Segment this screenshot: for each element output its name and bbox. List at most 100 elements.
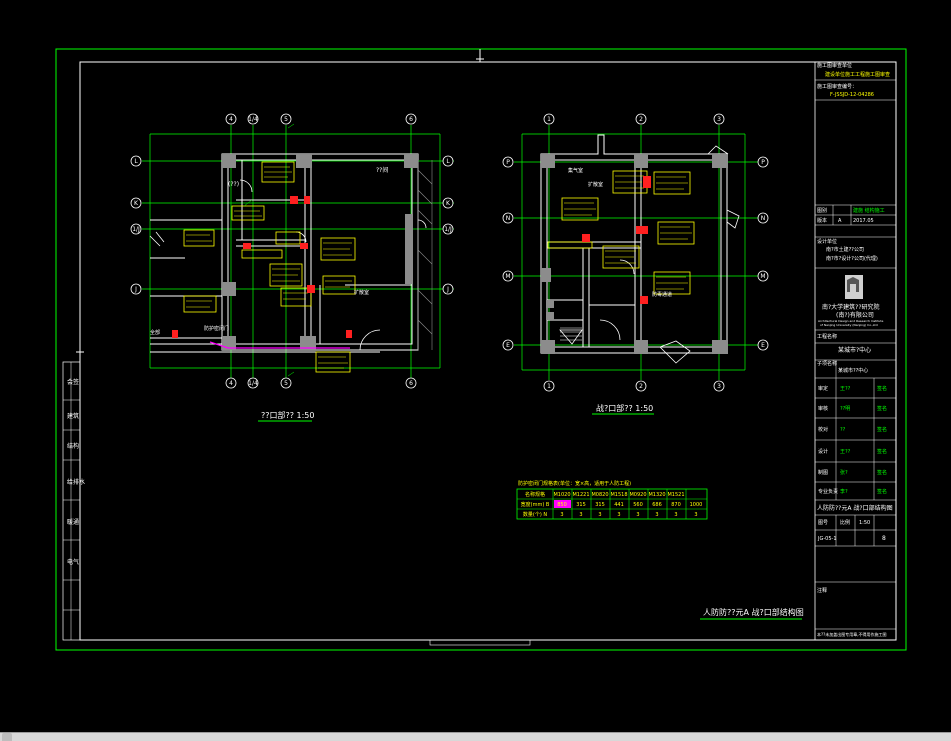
schedule-header: M1518 <box>610 492 627 498</box>
plan-label: 防护密闭门 <box>204 325 229 332</box>
axis-label: 1/4 <box>248 116 258 123</box>
tb-institute: 南?大学建筑??研究院 <box>822 303 880 311</box>
schedule-cell: 686 <box>652 502 662 508</box>
schedule-title: 防护密闭门规格表(单位：宽×高，适用于人防工程) <box>518 480 631 487</box>
axis-label: 2 <box>639 383 643 390</box>
axis-label: P <box>761 159 765 166</box>
schedule-header: M0920 <box>629 492 646 498</box>
tb-sub: 某城市??中心 <box>838 367 868 374</box>
schedule-cell: 3 <box>636 512 639 518</box>
room-label: ??间 <box>376 166 388 174</box>
axis-label: 4 <box>229 380 233 387</box>
strip-label: 结构 <box>67 442 79 450</box>
schedule-row-label: 数量(个) N <box>523 511 547 518</box>
axis-label: 1 <box>547 116 551 123</box>
strip-label: 建筑 <box>67 412 79 420</box>
schedule-cell: 315 <box>595 502 605 508</box>
axis-label: 1 <box>547 383 551 390</box>
tb-role: 设计 <box>818 448 828 455</box>
axis-label: J <box>134 286 137 293</box>
schedule-cell: 3 <box>598 512 601 518</box>
right-plan-title: 战?口部?? 1:50 <box>596 403 653 413</box>
drawing-caption: 人防防??元A 战?口部结构图 <box>703 607 804 617</box>
schedule-header: M1221 <box>572 492 589 498</box>
axis-label: 5 <box>284 380 288 387</box>
strip-label: 电气 <box>67 558 79 566</box>
tb-cert-no: F-JSSJD-12-04286 <box>830 92 874 98</box>
schedule-header: 名称规格 <box>525 491 545 498</box>
tb-role-sig: 签名 <box>877 488 887 495</box>
schedule-cell: 315 <box>576 502 586 508</box>
tb-row-label: 图别 <box>817 207 827 214</box>
tb-role: 专业负责 <box>818 488 838 495</box>
schedule-row-label: 宽度(mm) B <box>521 501 550 508</box>
tb-role: 校对 <box>818 426 828 433</box>
tb-sheet: 8 <box>882 535 886 542</box>
strip-label: 给排水 <box>67 478 85 486</box>
plan-label: (??) <box>228 181 239 188</box>
tb-company: 南?市?设计?公司(代理) <box>826 255 878 262</box>
tb-role-sig: 签名 <box>877 405 887 412</box>
axis-label: 1/4 <box>248 380 258 387</box>
tb-row-label: 版本 <box>817 217 827 224</box>
tb-institute-en: of Nanjing University (Nanjing) Co.,Ltd <box>820 323 878 327</box>
tb-role-name: ??明 <box>840 406 850 412</box>
axis-label: N <box>506 215 511 222</box>
left-plan-title: ??口部?? 1:50 <box>261 410 315 420</box>
schedule-cell: 3 <box>674 512 677 518</box>
plan-label: 防毒通道 <box>652 291 672 298</box>
schedule-cell: 850 <box>557 502 567 508</box>
axis-label: J <box>446 286 449 293</box>
tb-role-name: ?? <box>840 427 846 433</box>
tb-cert-label: 施工图审查编号： <box>817 83 857 90</box>
schedule-cell: 3 <box>617 512 620 518</box>
strip-label: 暖通 <box>67 518 79 526</box>
schedule-cell: 3 <box>655 512 658 518</box>
tb-role-name: 王?? <box>840 449 851 455</box>
tb-company: 南?市土建??公司 <box>826 246 864 253</box>
schedule-header: M0820 <box>591 492 608 498</box>
tb-scale-label: 比例 <box>840 519 850 526</box>
schedule-cell: 3 <box>694 512 697 518</box>
axis-label: 5 <box>284 116 288 123</box>
tb-design-label: 设计单位 <box>817 238 837 245</box>
axis-label: N <box>761 215 766 222</box>
cad-drawing-canvas[interactable]: 会签 建筑 结构 给排水 暖通 电气 4 1/4 5 6 4 1/4 5 6 L… <box>0 0 951 740</box>
tb-scale: 1:50 <box>859 520 870 526</box>
tb-project: 某城市?中心 <box>838 346 871 354</box>
tb-role-name: 李? <box>840 488 848 495</box>
tb-role-sig: 签名 <box>877 385 887 392</box>
tb-row-value: A <box>838 218 842 224</box>
axis-label: 3 <box>717 116 721 123</box>
tb-role: 审核 <box>818 405 828 412</box>
axis-label: 1/J <box>444 226 452 233</box>
tb-role-sig: 签名 <box>877 469 887 476</box>
axis-label: M <box>760 273 765 280</box>
axis-label: 1/J <box>132 226 140 233</box>
tb-top-line: 建设单位施工工程施工图审查 <box>825 71 890 78</box>
tb-drawing-name: 人防防??元A 战?口部结构图 <box>817 504 893 512</box>
tb-role-sig: 签名 <box>877 448 887 455</box>
axis-label: 2 <box>639 116 643 123</box>
axis-label: 4 <box>229 116 233 123</box>
schedule-cell: 441 <box>614 502 624 508</box>
tb-role-name: 张? <box>840 469 848 476</box>
institute-logo <box>845 275 863 299</box>
tb-role: 制图 <box>818 469 828 476</box>
tb-role: 审定 <box>818 385 828 392</box>
tb-top-title: 施工图审查单位 <box>817 62 852 69</box>
schedule-cell: 3 <box>560 512 563 518</box>
tb-project-label: 工程名称 <box>817 333 837 340</box>
schedule-cell: 3 <box>579 512 582 518</box>
plan-label: 全部 <box>150 329 160 336</box>
tb-institute: (南?)有限公司 <box>836 311 874 319</box>
plan-label: 集气室 <box>568 167 583 174</box>
tb-row-value: 2017.05 <box>853 218 874 224</box>
schedule-header: M1020 <box>553 492 570 498</box>
tb-drawing-no: JG-05-1 <box>817 536 837 542</box>
axis-label: P <box>506 159 510 166</box>
schedule-header: M1320 <box>648 492 665 498</box>
axis-label: 6 <box>409 116 413 123</box>
tb-role-sig: 签名 <box>877 426 887 433</box>
plan-label: 扩散室 <box>588 181 603 188</box>
